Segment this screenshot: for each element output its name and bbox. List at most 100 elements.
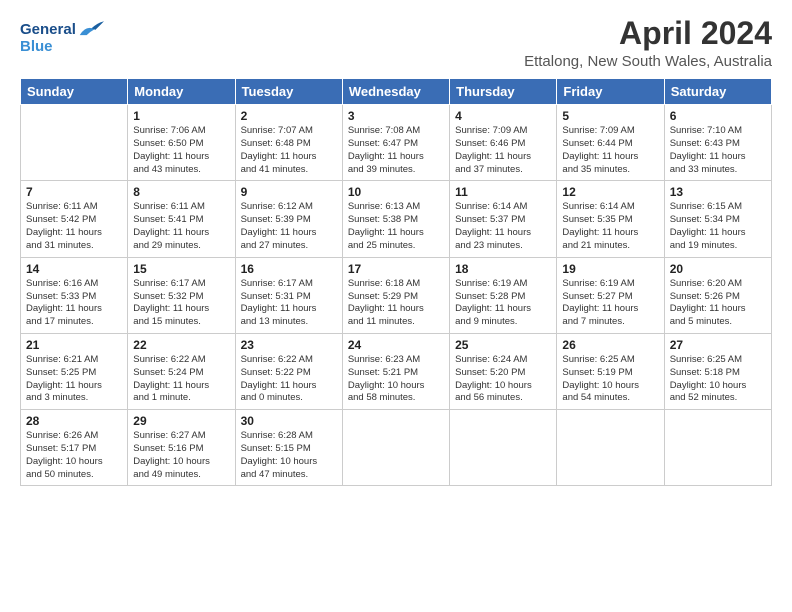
day-number: 15: [133, 262, 229, 276]
day-number: 6: [670, 109, 766, 123]
day-number: 7: [26, 185, 122, 199]
day-number: 17: [348, 262, 444, 276]
day-number: 16: [241, 262, 337, 276]
day-number: 19: [562, 262, 658, 276]
day-number: 12: [562, 185, 658, 199]
calendar-cell: 29 Sunrise: 6:27 AMSunset: 5:16 PMDayligh…: [128, 410, 235, 486]
day-info: Sunrise: 6:23 AMSunset: 5:21 PMDaylight:…: [348, 354, 444, 405]
calendar-cell: 9Sunrise: 6:12 AMSunset: 5:39 PMDaylight…: [235, 181, 342, 257]
day-number: 10: [348, 185, 444, 199]
day-info: Sunrise: 7:08 AMSunset: 6:47 PMDaylight:…: [348, 125, 444, 176]
calendar-cell: 21Sunrise: 6:21 AMSunset: 5:25 PMDayligh…: [21, 333, 128, 409]
main-title: April 2024: [524, 16, 772, 51]
day-number: 9: [241, 185, 337, 199]
day-info: Sunrise: 6:17 AMSunset: 5:32 PMDaylight:…: [133, 278, 229, 329]
calendar: SundayMondayTuesdayWednesdayThursdayFrid…: [20, 78, 772, 486]
weekday-header-friday: Friday: [557, 79, 664, 105]
calendar-cell: 3Sunrise: 7:08 AMSunset: 6:47 PMDaylight…: [342, 105, 449, 181]
day-number: 5: [562, 109, 658, 123]
day-number: 11: [455, 185, 551, 199]
day-info: Sunrise: 6:13 AMSunset: 5:38 PMDaylight:…: [348, 201, 444, 252]
day-number: 22: [133, 338, 229, 352]
calendar-cell: 14 Sunrise: 6:16 AMSunset: 5:33 PMDayligh…: [21, 257, 128, 333]
day-info: Sunrise: 6:25 AMSunset: 5:19 PMDaylight:…: [562, 354, 658, 405]
weekday-header-row: SundayMondayTuesdayWednesdayThursdayFrid…: [21, 79, 772, 105]
calendar-cell: 17 Sunrise: 6:18 AMSunset: 5:29 PMDayligh…: [342, 257, 449, 333]
calendar-week-row: 7Sunrise: 6:11 AMSunset: 5:42 PMDaylight…: [21, 181, 772, 257]
day-number: 29: [133, 414, 229, 428]
calendar-cell: [342, 410, 449, 486]
day-number: 20: [670, 262, 766, 276]
day-info: Sunrise: 6:14 AMSunset: 5:35 PMDaylight:…: [562, 201, 658, 252]
day-info: Sunrise: 6:11 AMSunset: 5:41 PMDaylight:…: [133, 201, 229, 252]
calendar-cell: 27Sunrise: 6:25 AMSunset: 5:18 PMDayligh…: [664, 333, 771, 409]
calendar-cell: 1 Sunrise: 7:06 AMSunset: 6:50 PMDaylight…: [128, 105, 235, 181]
calendar-cell: 22 Sunrise: 6:22 AMSunset: 5:24 PMDayligh…: [128, 333, 235, 409]
weekday-header-sunday: Sunday: [21, 79, 128, 105]
weekday-header-tuesday: Tuesday: [235, 79, 342, 105]
calendar-cell: [557, 410, 664, 486]
day-info: Sunrise: 6:15 AMSunset: 5:34 PMDaylight:…: [670, 201, 766, 252]
calendar-cell: 15 Sunrise: 6:17 AMSunset: 5:32 PMDayligh…: [128, 257, 235, 333]
weekday-header-wednesday: Wednesday: [342, 79, 449, 105]
day-info: Sunrise: 7:07 AMSunset: 6:48 PMDaylight:…: [241, 125, 337, 176]
logo-bird-icon: [78, 18, 104, 40]
calendar-cell: 26 Sunrise: 6:25 AMSunset: 5:19 PMDayligh…: [557, 333, 664, 409]
day-info: Sunrise: 7:09 AMSunset: 6:44 PMDaylight:…: [562, 125, 658, 176]
day-info: Sunrise: 6:16 AMSunset: 5:33 PMDaylight:…: [26, 278, 122, 329]
day-info: Sunrise: 6:28 AMSunset: 5:15 PMDaylight:…: [241, 430, 337, 481]
calendar-cell: [21, 105, 128, 181]
calendar-cell: 4 Sunrise: 7:09 AMSunset: 6:46 PMDaylight…: [450, 105, 557, 181]
calendar-cell: 5 Sunrise: 7:09 AMSunset: 6:44 PMDaylight…: [557, 105, 664, 181]
calendar-cell: 28 Sunrise: 6:26 AMSunset: 5:17 PMDayligh…: [21, 410, 128, 486]
weekday-header-monday: Monday: [128, 79, 235, 105]
day-number: 1: [133, 109, 229, 123]
weekday-header-saturday: Saturday: [664, 79, 771, 105]
day-info: Sunrise: 6:17 AMSunset: 5:31 PMDaylight:…: [241, 278, 337, 329]
page: General Blue April 2024 Ettalong, New So…: [0, 0, 792, 612]
day-info: Sunrise: 7:09 AMSunset: 6:46 PMDaylight:…: [455, 125, 551, 176]
day-number: 26: [562, 338, 658, 352]
day-number: 13: [670, 185, 766, 199]
calendar-cell: 6Sunrise: 7:10 AMSunset: 6:43 PMDaylight…: [664, 105, 771, 181]
calendar-week-row: 28 Sunrise: 6:26 AMSunset: 5:17 PMDayligh…: [21, 410, 772, 486]
day-info: Sunrise: 7:06 AMSunset: 6:50 PMDaylight:…: [133, 125, 229, 176]
day-number: 23: [241, 338, 337, 352]
day-info: Sunrise: 6:18 AMSunset: 5:29 PMDaylight:…: [348, 278, 444, 329]
calendar-cell: 19 Sunrise: 6:19 AMSunset: 5:27 PMDayligh…: [557, 257, 664, 333]
calendar-cell: 10 Sunrise: 6:13 AMSunset: 5:38 PMDayligh…: [342, 181, 449, 257]
calendar-cell: 13 Sunrise: 6:15 AMSunset: 5:34 PMDayligh…: [664, 181, 771, 257]
calendar-cell: 16 Sunrise: 6:17 AMSunset: 5:31 PMDayligh…: [235, 257, 342, 333]
day-info: Sunrise: 6:27 AMSunset: 5:16 PMDaylight:…: [133, 430, 229, 481]
calendar-cell: 12 Sunrise: 6:14 AMSunset: 5:35 PMDayligh…: [557, 181, 664, 257]
calendar-cell: 11 Sunrise: 6:14 AMSunset: 5:37 PMDayligh…: [450, 181, 557, 257]
calendar-cell: 30 Sunrise: 6:28 AMSunset: 5:15 PMDayligh…: [235, 410, 342, 486]
day-number: 30: [241, 414, 337, 428]
day-info: Sunrise: 6:24 AMSunset: 5:20 PMDaylight:…: [455, 354, 551, 405]
calendar-cell: 25Sunrise: 6:24 AMSunset: 5:20 PMDayligh…: [450, 333, 557, 409]
day-info: Sunrise: 6:22 AMSunset: 5:24 PMDaylight:…: [133, 354, 229, 405]
day-number: 28: [26, 414, 122, 428]
day-info: Sunrise: 6:26 AMSunset: 5:17 PMDaylight:…: [26, 430, 122, 481]
day-number: 18: [455, 262, 551, 276]
day-info: Sunrise: 6:14 AMSunset: 5:37 PMDaylight:…: [455, 201, 551, 252]
calendar-cell: 7Sunrise: 6:11 AMSunset: 5:42 PMDaylight…: [21, 181, 128, 257]
day-number: 8: [133, 185, 229, 199]
logo: General Blue: [20, 20, 104, 55]
calendar-cell: 23Sunrise: 6:22 AMSunset: 5:22 PMDayligh…: [235, 333, 342, 409]
calendar-cell: 18 Sunrise: 6:19 AMSunset: 5:28 PMDayligh…: [450, 257, 557, 333]
day-number: 4: [455, 109, 551, 123]
day-number: 14: [26, 262, 122, 276]
calendar-cell: 8 Sunrise: 6:11 AMSunset: 5:41 PMDaylight…: [128, 181, 235, 257]
logo-text: General: [20, 22, 76, 39]
day-info: Sunrise: 6:20 AMSunset: 5:26 PMDaylight:…: [670, 278, 766, 329]
day-number: 24: [348, 338, 444, 352]
calendar-week-row: 14 Sunrise: 6:16 AMSunset: 5:33 PMDayligh…: [21, 257, 772, 333]
header: General Blue April 2024 Ettalong, New So…: [20, 16, 772, 70]
title-block: April 2024 Ettalong, New South Wales, Au…: [524, 16, 772, 70]
day-info: Sunrise: 6:19 AMSunset: 5:27 PMDaylight:…: [562, 278, 658, 329]
day-info: Sunrise: 6:19 AMSunset: 5:28 PMDaylight:…: [455, 278, 551, 329]
calendar-cell: 24 Sunrise: 6:23 AMSunset: 5:21 PMDayligh…: [342, 333, 449, 409]
day-number: 2: [241, 109, 337, 123]
calendar-week-row: 1 Sunrise: 7:06 AMSunset: 6:50 PMDaylight…: [21, 105, 772, 181]
